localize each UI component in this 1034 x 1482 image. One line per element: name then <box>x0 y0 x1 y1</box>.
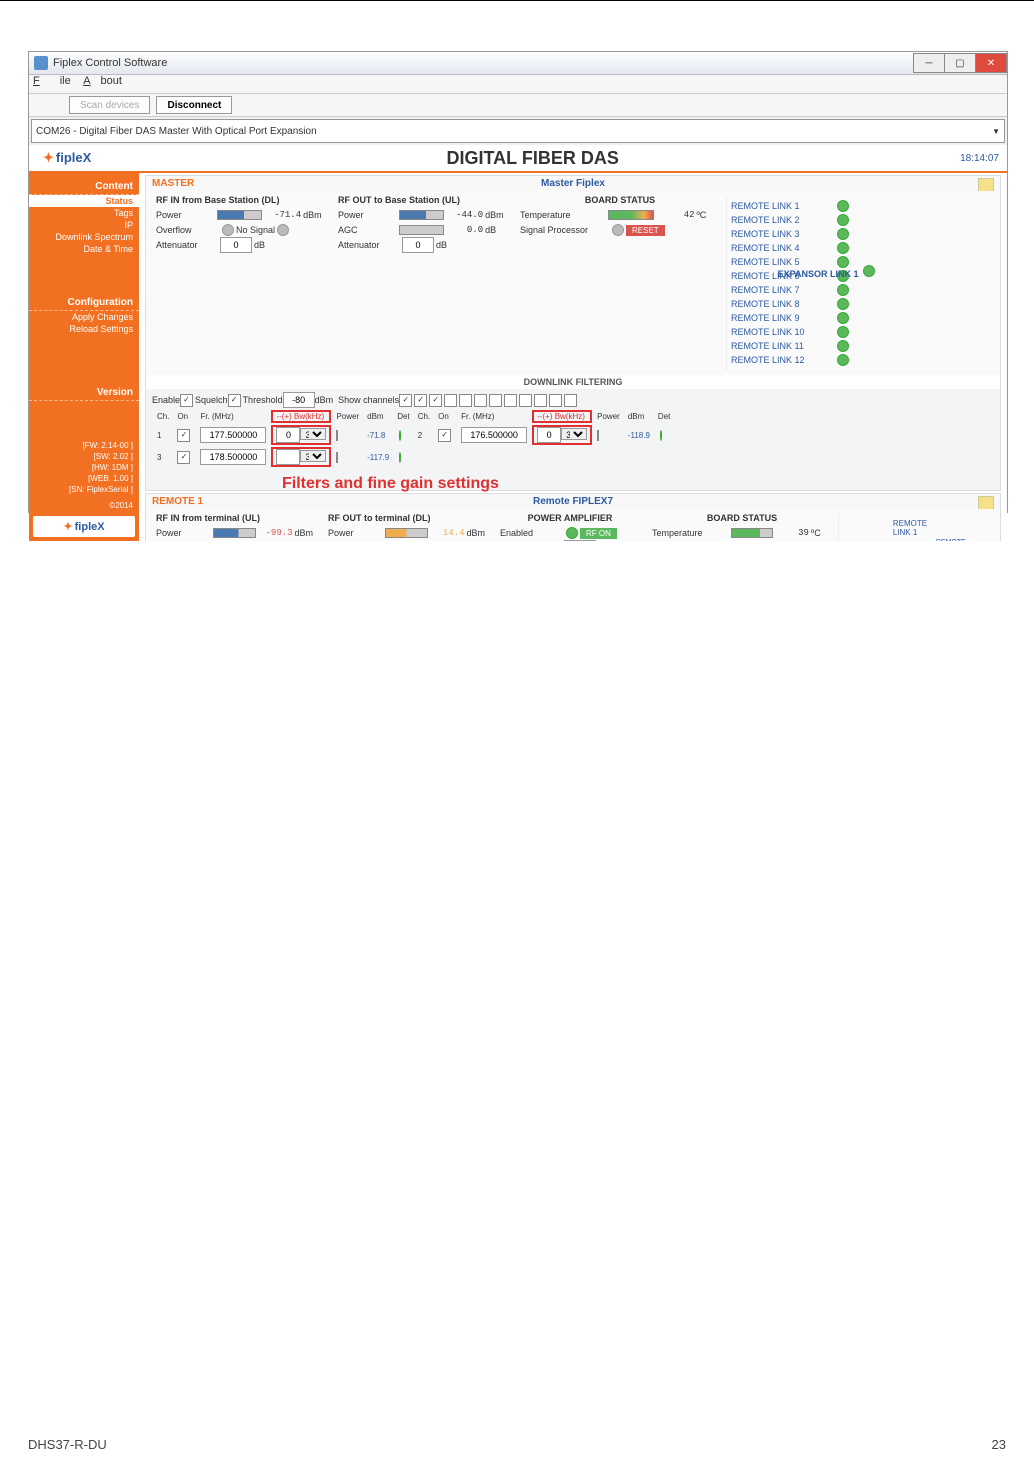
sidebar-item-reload[interactable]: Reload Settings <box>29 323 139 335</box>
logo: fipleX <box>43 150 91 166</box>
sidebar: Content Status Tags IP Downlink Spectrum… <box>29 173 139 541</box>
remote-link[interactable]: REMOTE LINK 7 <box>731 283 851 297</box>
window-titlebar: Fiplex Control Software ─ ▢ ✕ <box>29 52 1007 75</box>
copyright: ©2014 <box>29 499 139 512</box>
menu-file[interactable]: File <box>33 75 71 87</box>
scan-devices-button[interactable]: Scan devices <box>69 96 150 114</box>
remote-link[interactable]: REMOTE LINK 8 <box>731 297 851 311</box>
sidebar-item-tags[interactable]: Tags <box>29 207 139 219</box>
remote-link[interactable]: REMOTE LINK 4 <box>731 241 851 255</box>
com-port-select[interactable]: COM26 - Digital Fiber DAS Master With Op… <box>31 119 1005 143</box>
sidebar-logo: fipleX <box>33 516 135 537</box>
remote-link[interactable]: REMOTE LINK 3 <box>731 227 851 241</box>
show-ch-checkbox[interactable]: ✓ <box>399 394 412 407</box>
menu-bar: File About <box>29 75 1007 94</box>
remote-link[interactable]: REMOTE LINK 11 <box>731 339 851 353</box>
sidebar-version-hdr: Version <box>29 385 139 401</box>
expansor-link[interactable]: EXPANSOR LINK 1 <box>778 265 877 279</box>
close-button[interactable]: ✕ <box>975 53 1007 73</box>
maximize-button[interactable]: ▢ <box>944 53 976 73</box>
remote-link[interactable]: REMOTE LINK 10 <box>731 325 851 339</box>
nosignal-led <box>277 224 289 236</box>
remote-link[interactable]: REMOTE LINK 2 <box>731 213 851 227</box>
sidebar-item-dlspectrum[interactable]: Downlink Spectrum <box>29 231 139 243</box>
enable-checkbox[interactable]: ✓ <box>180 394 193 407</box>
remote-panel-title: REMOTE 1 Remote FIPLEX7 <box>146 494 1000 509</box>
sidebar-item-apply[interactable]: Apply Changes <box>29 311 139 323</box>
squelch-checkbox[interactable]: ✓ <box>228 394 241 407</box>
sidebar-item-datetime[interactable]: Date & Time <box>29 243 139 255</box>
app-icon <box>34 56 48 70</box>
reset-button[interactable]: RESET <box>626 225 665 236</box>
sidebar-item-ip[interactable]: IP <box>29 219 139 231</box>
sp-led <box>612 224 624 236</box>
threshold-input[interactable] <box>283 392 315 408</box>
minimize-button[interactable]: ─ <box>913 53 945 73</box>
clock: 18:14:07 <box>960 153 999 164</box>
page-footer: DHS37-R-DU 23 <box>28 1437 1006 1452</box>
version-block: [FW: 2.14-00 ][SW: 2.02 ][HW: 1DM ][WEB:… <box>29 436 139 499</box>
main-panel: MASTER Master Fiplex RF IN from Base Sta… <box>139 173 1007 541</box>
annotation-text: Filters and fine gain settings <box>282 475 1007 493</box>
att-input[interactable] <box>564 540 596 541</box>
overflow-led <box>222 224 234 236</box>
rf-on-button[interactable]: RF ON <box>580 528 617 539</box>
remote-link[interactable]: REMOTE LINK 12 <box>731 353 851 367</box>
sidebar-content-hdr: Content <box>29 179 139 195</box>
toolbar: Scan devices Disconnect <box>29 94 1007 117</box>
remote-right-col: REMOTE LINK 1 REMOTE MASTER Frequency Sy… <box>838 513 977 541</box>
remote-panel: REMOTE 1 Remote FIPLEX7 RF IN from termi… <box>145 493 1001 541</box>
sidebar-item-status[interactable]: Status <box>29 195 139 207</box>
remote-link[interactable]: REMOTE LINK 9 <box>731 311 851 325</box>
master-panel-title: MASTER Master Fiplex <box>146 176 1000 191</box>
app-header: fipleX DIGITAL FIBER DAS 18:14:07 <box>29 145 1007 173</box>
window-title-text: Fiplex Control Software <box>53 57 167 69</box>
att-input[interactable] <box>220 237 252 253</box>
menu-about[interactable]: About <box>83 75 122 87</box>
att-input[interactable] <box>402 237 434 253</box>
filter-table: Ch.OnFr. (MHz)--(+) Bw(kHz)PowerdBmDet C… <box>152 408 675 469</box>
app-window: Fiplex Control Software ─ ▢ ✕ File About… <box>28 51 1008 513</box>
page-title: DIGITAL FIBER DAS <box>447 148 619 169</box>
master-panel: MASTER Master Fiplex RF IN from Base Sta… <box>145 175 1001 491</box>
remote-links-col: REMOTE LINK 1 REMOTE LINK 2 REMOTE LINK … <box>726 195 855 371</box>
sidebar-config-hdr: Configuration <box>29 295 139 311</box>
page-number: 23 <box>992 1437 1006 1452</box>
remote-link[interactable]: REMOTE LINK 1 <box>731 199 851 213</box>
disconnect-button[interactable]: Disconnect <box>156 96 232 114</box>
doc-id: DHS37-R-DU <box>28 1437 107 1452</box>
